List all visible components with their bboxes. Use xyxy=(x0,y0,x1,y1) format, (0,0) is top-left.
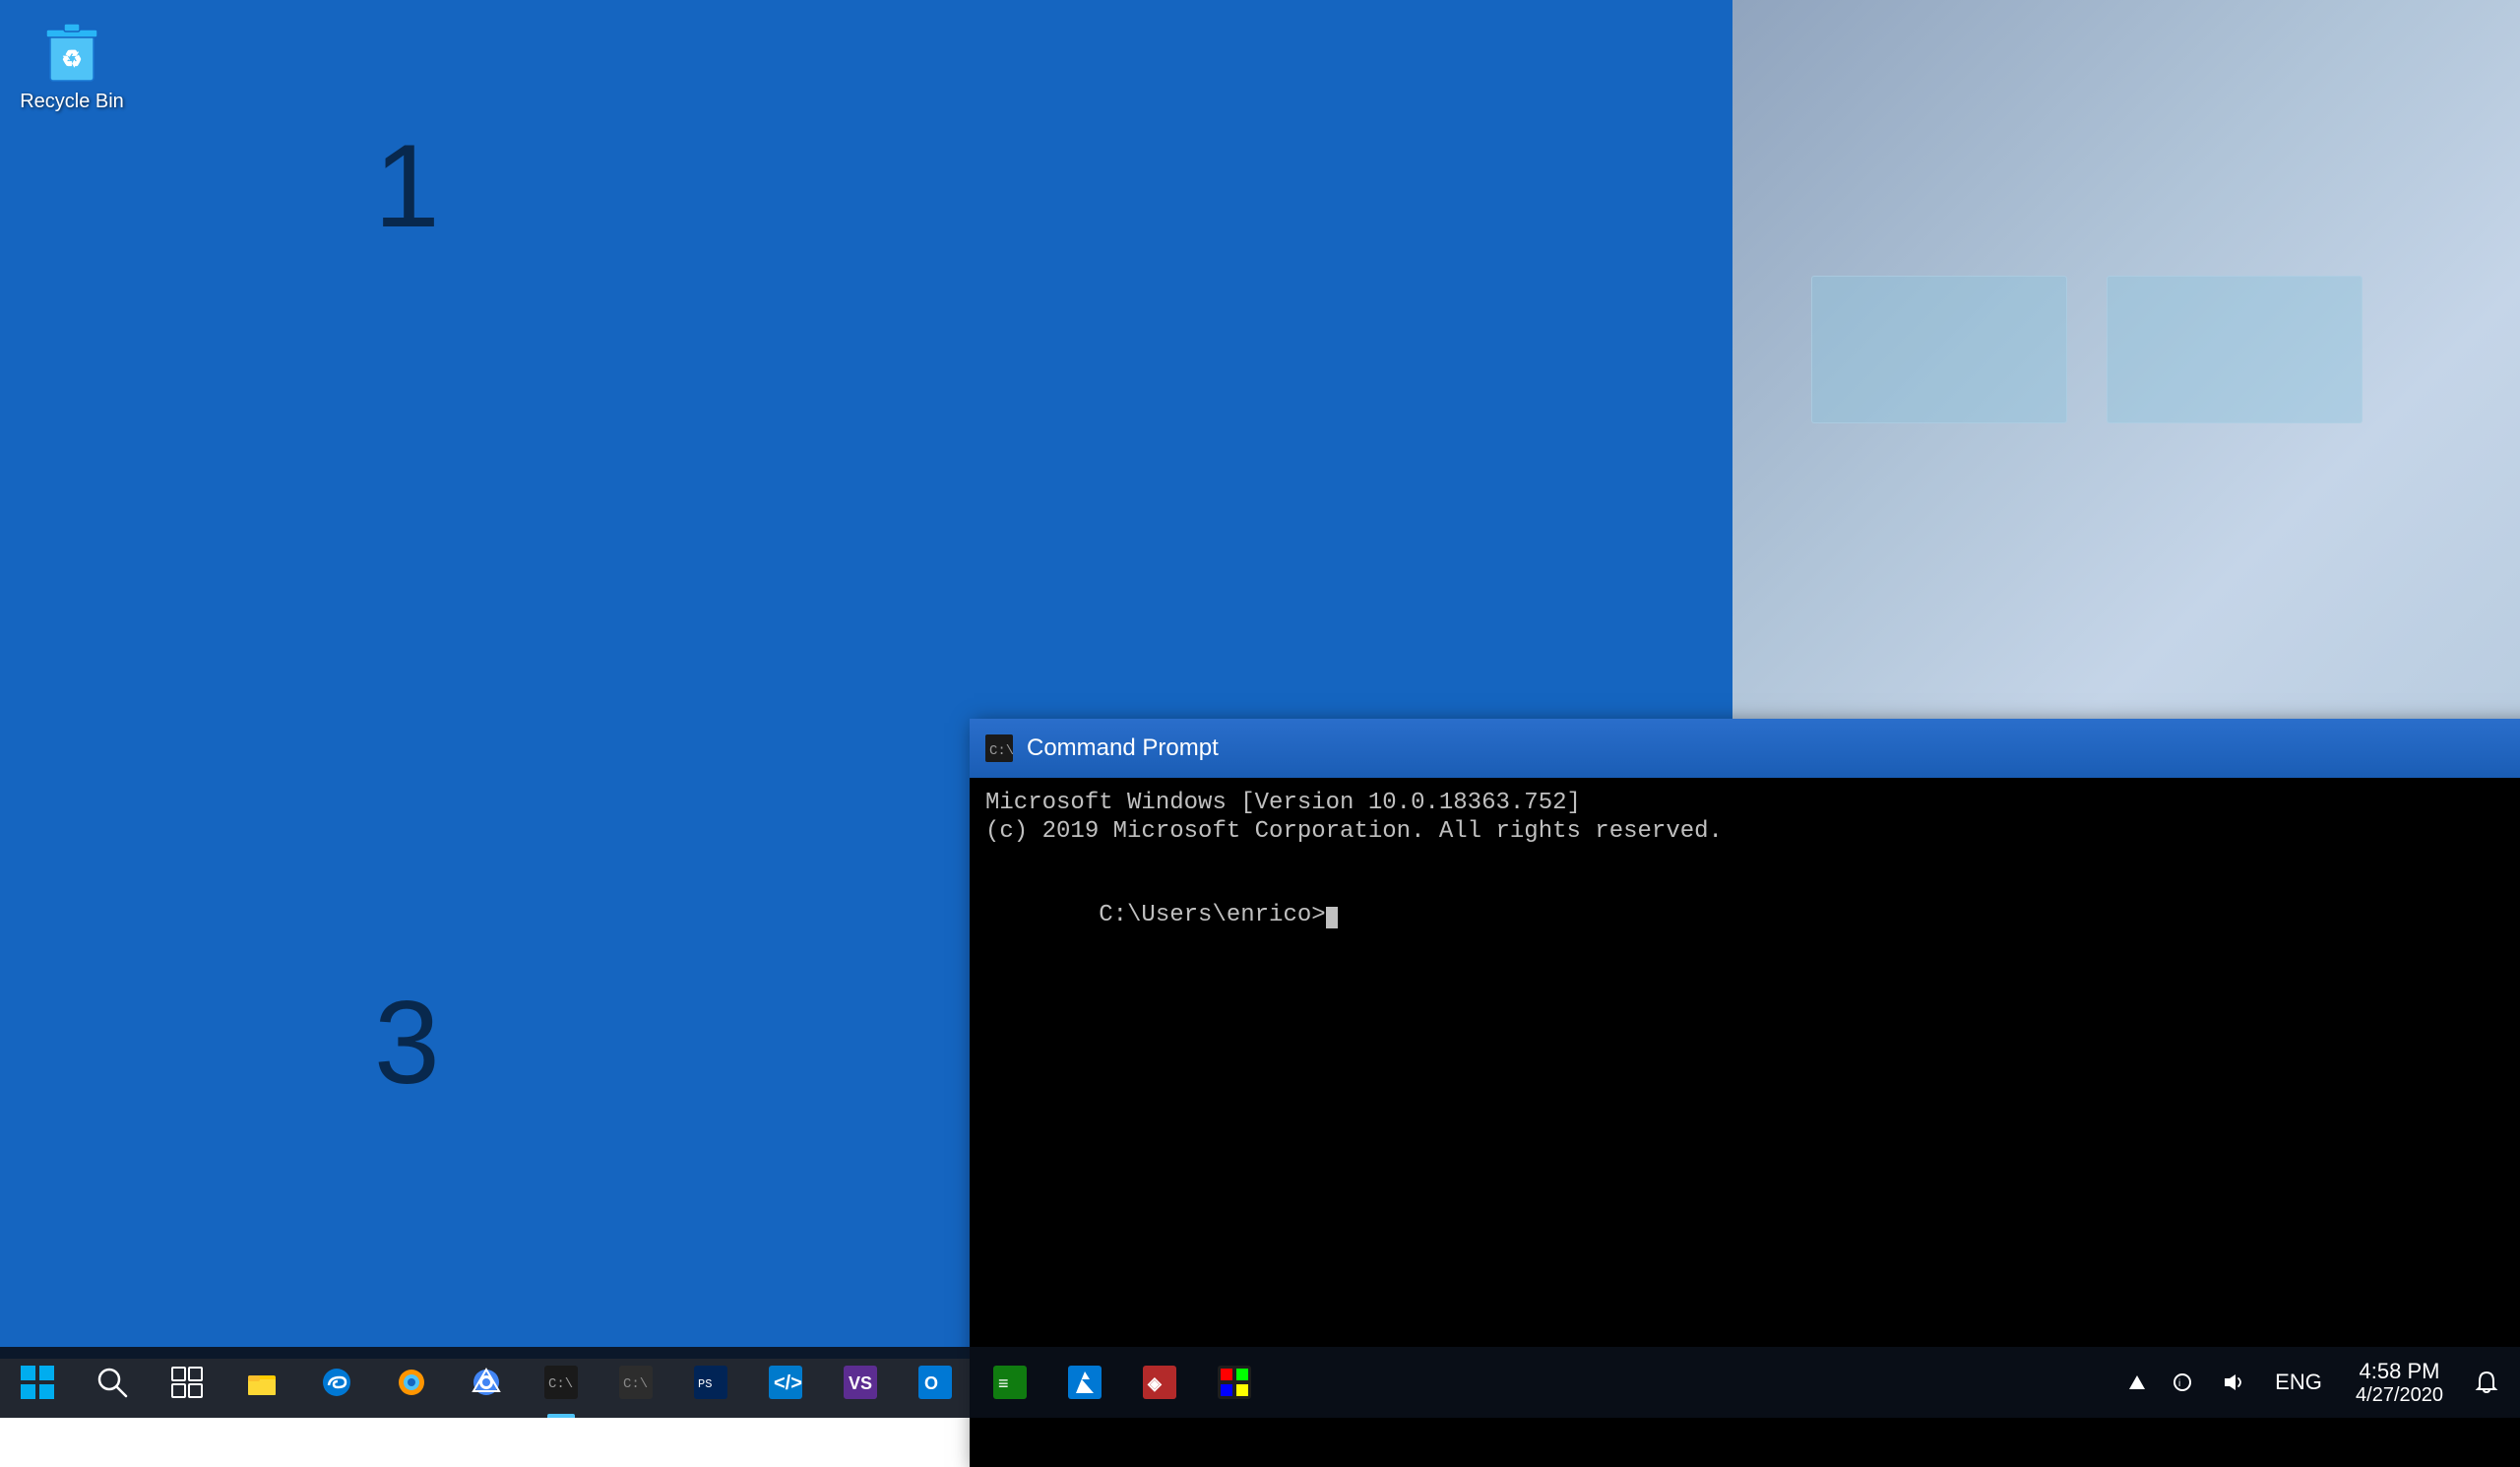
svg-text:VS: VS xyxy=(849,1373,872,1393)
task-view-button[interactable] xyxy=(150,1347,224,1418)
taskbar-outlook[interactable]: O xyxy=(898,1347,973,1418)
tray-icon-1[interactable]: i xyxy=(2157,1347,2208,1418)
recycle-bin-icon[interactable]: ♻ Recycle Bin xyxy=(14,14,130,113)
cmd-window-controls: – □ ✕ xyxy=(2511,719,2520,778)
tray-expand-button[interactable] xyxy=(2117,1347,2157,1418)
vd-tile-2 xyxy=(2107,276,2362,423)
desktop: 1 3 ♻ Recycle Bin xyxy=(0,0,2520,1418)
cmd-line-1: Microsoft Windows [Version 10.0.18363.75… xyxy=(985,790,2520,816)
desktop-number-1: 1 xyxy=(374,118,440,254)
svg-text:O: O xyxy=(924,1373,938,1393)
taskbar-chrome[interactable] xyxy=(449,1347,524,1418)
svg-text:C:\: C:\ xyxy=(548,1376,573,1392)
taskbar-file-explorer[interactable] xyxy=(224,1347,299,1418)
recycle-bin-label: Recycle Bin xyxy=(20,91,124,113)
search-button[interactable] xyxy=(75,1347,150,1418)
svg-text:C:\: C:\ xyxy=(989,743,1013,759)
svg-text:C:\: C:\ xyxy=(623,1376,648,1392)
svg-text:♻: ♻ xyxy=(61,46,83,73)
taskbar-firefox[interactable] xyxy=(374,1347,449,1418)
taskbar-cmd2[interactable]: C:\ xyxy=(598,1347,673,1418)
cmd-window-icon: C:\ xyxy=(985,734,1013,762)
language-indicator[interactable]: ENG xyxy=(2259,1347,2338,1418)
clock-date: 4/27/2020 xyxy=(2356,1384,2443,1407)
taskbar-powershell[interactable]: PS xyxy=(673,1347,748,1418)
cmd-minimize-button[interactable]: – xyxy=(2511,719,2520,778)
desktop-number-3: 3 xyxy=(374,975,440,1111)
taskbar-vs[interactable]: VS xyxy=(823,1347,898,1418)
cmd-cursor xyxy=(1326,907,1338,928)
svg-text:</>: </> xyxy=(774,1372,802,1394)
taskbar-vscode[interactable]: </> xyxy=(748,1347,823,1418)
clock[interactable]: 4:58 PM 4/27/2020 xyxy=(2338,1347,2461,1418)
taskbar-app10[interactable]: ≡ xyxy=(973,1347,1047,1418)
svg-text:i: i xyxy=(2178,1378,2180,1389)
start-button[interactable] xyxy=(0,1347,75,1418)
svg-text:◈: ◈ xyxy=(1147,1373,1163,1393)
taskbar-cmd[interactable]: C:\ xyxy=(524,1347,598,1418)
system-tray: i ENG 4:58 PM 4/27/2020 xyxy=(2117,1347,2520,1418)
vd-tile-1 xyxy=(1811,276,2067,423)
cmd-line-2: (c) 2019 Microsoft Corporation. All righ… xyxy=(985,818,2520,845)
cmd-line-3 xyxy=(985,847,2520,873)
taskbar-app12[interactable]: ◈ xyxy=(1122,1347,1197,1418)
clock-time: 4:58 PM xyxy=(2360,1359,2440,1384)
notification-button[interactable] xyxy=(2461,1347,2512,1418)
cmd-prompt-line: C:\Users\enrico> xyxy=(985,875,2520,955)
taskbar: C:\ C:\ PS </> xyxy=(0,1347,2520,1418)
taskbar-edge[interactable] xyxy=(299,1347,374,1418)
cmd-titlebar[interactable]: C:\ Command Prompt – □ ✕ xyxy=(970,719,2520,778)
taskbar-azure[interactable] xyxy=(1047,1347,1122,1418)
taskbar-app13[interactable] xyxy=(1197,1347,1272,1418)
volume-icon[interactable] xyxy=(2208,1347,2259,1418)
svg-text:≡: ≡ xyxy=(998,1373,1009,1393)
svg-text:PS: PS xyxy=(698,1377,712,1391)
cmd-window-title: Command Prompt xyxy=(1027,734,2511,762)
recycle-bin-image: ♻ xyxy=(36,14,107,85)
